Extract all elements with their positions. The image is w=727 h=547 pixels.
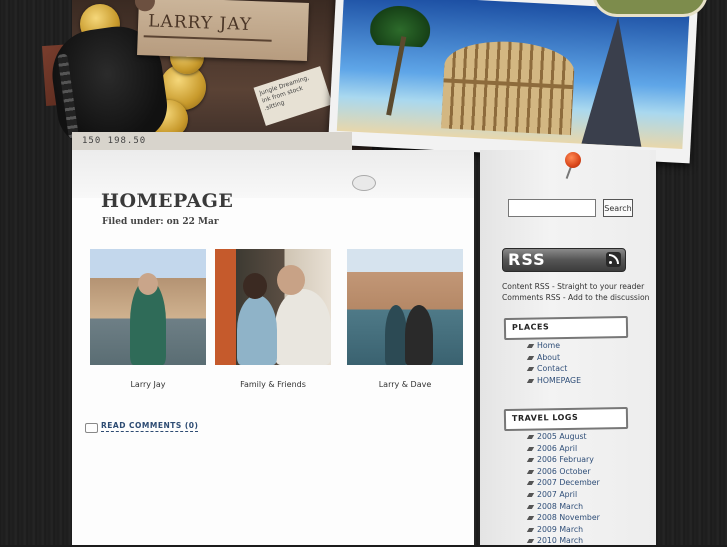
pin-icon [352, 175, 376, 191]
photo-family-friends[interactable] [215, 249, 331, 365]
pushpin-icon [565, 152, 581, 168]
landmarks-photo [336, 0, 690, 149]
travel-log-link[interactable]: 2010 March [528, 535, 600, 547]
ticket-underline [143, 35, 272, 42]
rss-badge-label: RSS [508, 250, 546, 269]
search-button[interactable]: Search [603, 199, 633, 217]
photo-caption: Family & Friends [240, 380, 306, 389]
person-figure [405, 305, 433, 365]
person-head [138, 273, 158, 295]
child-figure [237, 295, 277, 365]
travel-log-link[interactable]: 2006 February [528, 454, 600, 466]
travel-log-link[interactable]: 2006 April [528, 443, 600, 455]
page-title[interactable]: HOMEPAGE [101, 190, 233, 212]
ticket-badge-icon [134, 0, 156, 12]
rss-feed-icon [606, 252, 621, 267]
coliseum-image [441, 38, 576, 136]
child-head [243, 273, 267, 299]
places-link-contact[interactable]: Contact [528, 363, 581, 375]
person-figure [275, 289, 331, 365]
sidebar: Search RSS Content RSS - Straight to you… [480, 150, 656, 545]
eiffel-tower-image [581, 15, 649, 147]
travel-log-link[interactable]: 2008 November [528, 512, 600, 524]
comments-rss-link[interactable]: Comments RSS - Add to the discussion [502, 293, 649, 302]
person-figure [385, 305, 407, 365]
read-comments-link[interactable]: READ COMMENTS (0) [101, 421, 199, 432]
places-heading-label: PLACES [511, 322, 550, 332]
palm-trunk [386, 36, 407, 116]
photo-caption: Larry Jay [130, 380, 166, 389]
comment-bubble-icon [85, 423, 98, 433]
travel-logs-list: 2005 August 2006 April 2006 February 200… [528, 431, 600, 547]
filed-under-meta: Filed under: on 22 Mar [102, 217, 219, 227]
photo-caption: Larry & Dave [378, 380, 432, 389]
travel-log-link[interactable]: 2008 March [528, 501, 600, 513]
places-list: Home About Contact HOMEPAGE [528, 340, 581, 386]
ticket-code: 150 198.50 [82, 136, 147, 146]
travel-log-link[interactable]: 2007 April [528, 489, 600, 501]
travel-log-link[interactable]: 2009 March [528, 524, 600, 536]
person-head [277, 265, 305, 295]
photo-larry-dave[interactable] [347, 249, 463, 365]
places-link-home[interactable]: Home [528, 340, 581, 352]
travel-postcard [328, 0, 698, 164]
places-link-about[interactable]: About [528, 352, 581, 364]
travel-log-link[interactable]: 2006 October [528, 466, 600, 478]
travel-logs-heading: TRAVEL LOGS [503, 406, 629, 432]
places-link-homepage[interactable]: HOMEPAGE [528, 375, 581, 387]
travel-log-link[interactable]: 2007 December [528, 477, 600, 489]
travel-logs-heading-label: TRAVEL LOGS [511, 412, 579, 423]
content-rss-link[interactable]: Content RSS - Straight to your reader [502, 282, 644, 291]
rss-badge[interactable]: RSS [502, 248, 626, 272]
site-title-ticket[interactable]: LARRY JAY [134, 0, 309, 61]
photo-larry-jay[interactable] [90, 249, 206, 365]
search-input[interactable] [508, 199, 596, 217]
places-heading: PLACES [503, 315, 629, 341]
site-title[interactable]: LARRY JAY [148, 11, 253, 35]
travel-log-link[interactable]: 2005 August [528, 431, 600, 443]
main-content: HOMEPAGE Filed under: on 22 Mar Larry Ja… [72, 150, 474, 545]
green-tag-decoration [592, 0, 708, 17]
